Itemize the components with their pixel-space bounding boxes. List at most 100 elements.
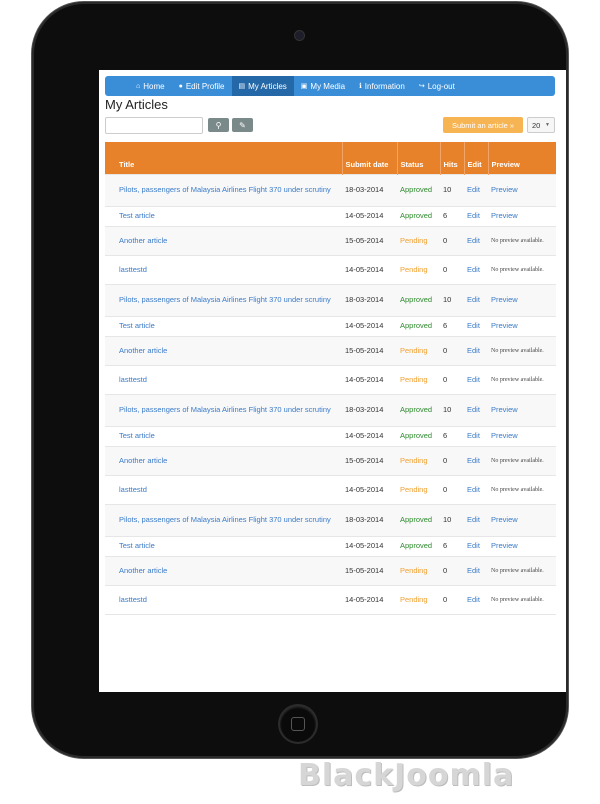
submit-date: 15-05-2014 xyxy=(342,555,397,585)
hits-count: 10 xyxy=(440,503,464,536)
home-button[interactable] xyxy=(280,706,316,742)
tablet-frame: ⌂ Home ● Edit Profile ▤ My Articles ▣ My Media ℹ… xyxy=(32,2,568,758)
home-square-icon xyxy=(291,717,305,731)
article-title-link[interactable]: Another article xyxy=(105,445,342,475)
article-title-link[interactable]: lasttestd xyxy=(105,584,342,615)
edit-link[interactable]: Edit xyxy=(464,535,488,556)
no-preview-text: No preview available. xyxy=(488,584,556,615)
article-title-link[interactable]: Another article xyxy=(105,555,342,585)
edit-link[interactable]: Edit xyxy=(464,393,488,426)
table-row: lasttestd 14-05-2014 Pending 0 Edit No previe… xyxy=(105,364,556,394)
preview-link[interactable]: Preview xyxy=(488,173,556,206)
edit-link[interactable]: Edit xyxy=(464,335,488,365)
edit-link[interactable]: Edit xyxy=(464,364,488,394)
edit-link[interactable]: Edit xyxy=(464,503,488,536)
file-icon: ▤ xyxy=(238,83,246,90)
preview-link[interactable]: Preview xyxy=(488,503,556,536)
header-title[interactable]: Title xyxy=(105,142,342,174)
status-badge: Approved xyxy=(397,503,440,536)
article-title-link[interactable]: Another article xyxy=(105,225,342,255)
table-row: lasttestd 14-05-2014 Pending 0 Edit No previe… xyxy=(105,474,556,504)
preview-link[interactable]: Preview xyxy=(488,535,556,556)
nav-item-home[interactable]: ⌂ Home xyxy=(129,76,172,96)
table-row: Test article 14-05-2014 Approved 6 Edit Previ… xyxy=(105,315,556,336)
edit-link[interactable]: Edit xyxy=(464,555,488,585)
edit-link[interactable]: Edit xyxy=(464,445,488,475)
article-title-link[interactable]: Another article xyxy=(105,335,342,365)
camera-icon xyxy=(295,31,304,40)
submit-date: 18-03-2014 xyxy=(342,393,397,426)
nav-item-my-media[interactable]: ▣ My Media xyxy=(294,76,352,96)
table-row: Test article 14-05-2014 Approved 6 Edit Previ… xyxy=(105,425,556,446)
table-row: lasttestd 14-05-2014 Pending 0 Edit No previe… xyxy=(105,254,556,284)
nav-item-log-out[interactable]: ↪ Log-out xyxy=(412,76,462,96)
nav-item-information[interactable]: ℹ Information xyxy=(352,76,412,96)
article-title-link[interactable]: Test article xyxy=(105,205,342,226)
edit-link[interactable]: Edit xyxy=(464,254,488,284)
status-badge: Pending xyxy=(397,445,440,475)
article-title-link[interactable]: Pilots, passengers of Malaysia Airlines … xyxy=(105,503,342,536)
submit-date: 14-05-2014 xyxy=(342,364,397,394)
table-row: Another article 15-05-2014 Pending 0 Edit No … xyxy=(105,335,556,365)
preview-link[interactable]: Preview xyxy=(488,283,556,316)
table-row: Another article 15-05-2014 Pending 0 Edit No … xyxy=(105,225,556,255)
no-preview-text: No preview available. xyxy=(488,335,556,365)
table-header-row: Title Submit date Status Hits Edit Previ… xyxy=(105,142,556,174)
search-input[interactable] xyxy=(105,117,203,134)
hits-count: 6 xyxy=(440,535,464,556)
header-submit-date[interactable]: Submit date xyxy=(341,142,397,174)
status-badge: Approved xyxy=(397,393,440,426)
status-badge: Pending xyxy=(397,254,440,284)
status-badge: Approved xyxy=(397,425,440,446)
table-row: Test article 14-05-2014 Approved 6 Edit Previ… xyxy=(105,535,556,556)
edit-link[interactable]: Edit xyxy=(464,584,488,615)
table-row: Pilots, passengers of Malaysia Airlines … xyxy=(105,503,556,536)
home-icon: ⌂ xyxy=(136,82,141,90)
screen: ⌂ Home ● Edit Profile ▤ My Articles ▣ My Media ℹ… xyxy=(99,70,566,692)
edit-link[interactable]: Edit xyxy=(464,474,488,504)
article-title-link[interactable]: lasttestd xyxy=(105,364,342,394)
edit-link[interactable]: Edit xyxy=(464,225,488,255)
preview-link[interactable]: Preview xyxy=(488,315,556,336)
no-preview-text: No preview available. xyxy=(488,254,556,284)
submit-date: 14-05-2014 xyxy=(342,474,397,504)
nav-item-edit-profile[interactable]: ● Edit Profile xyxy=(172,76,232,96)
article-title-link[interactable]: Test article xyxy=(105,535,342,556)
article-title-link[interactable]: Pilots, passengers of Malaysia Airlines … xyxy=(105,283,342,316)
article-title-link[interactable]: Test article xyxy=(105,315,342,336)
submit-article-button[interactable]: Submit an article » xyxy=(443,117,523,133)
preview-link[interactable]: Preview xyxy=(488,205,556,226)
status-badge: Approved xyxy=(397,173,440,206)
article-title-link[interactable]: lasttestd xyxy=(105,474,342,504)
preview-link[interactable]: Preview xyxy=(488,425,556,446)
article-title-link[interactable]: lasttestd xyxy=(105,254,342,284)
main-nav: ⌂ Home ● Edit Profile ▤ My Articles ▣ My Media ℹ… xyxy=(105,76,555,96)
table-row: Test article 14-05-2014 Approved 6 Edit Previ… xyxy=(105,205,556,226)
no-preview-text: No preview available. xyxy=(488,555,556,585)
status-badge: Pending xyxy=(397,555,440,585)
hits-count: 6 xyxy=(440,315,464,336)
search-button[interactable]: ⚲ xyxy=(208,118,229,132)
edit-link[interactable]: Edit xyxy=(464,425,488,446)
limit-select[interactable]: 20 ▼ xyxy=(527,117,555,133)
header-status[interactable]: Status xyxy=(396,142,440,174)
table-row: Another article 15-05-2014 Pending 0 Edit No … xyxy=(105,555,556,585)
status-badge: Pending xyxy=(397,225,440,255)
status-badge: Approved xyxy=(397,205,440,226)
edit-link[interactable]: Edit xyxy=(464,315,488,336)
hits-count: 0 xyxy=(440,364,464,394)
watermark-logo: BlackJoomla xyxy=(298,758,515,793)
image-icon: ▣ xyxy=(300,83,308,90)
preview-link[interactable]: Preview xyxy=(488,393,556,426)
hits-count: 0 xyxy=(440,254,464,284)
article-title-link[interactable]: Pilots, passengers of Malaysia Airlines … xyxy=(105,393,342,426)
edit-link[interactable]: Edit xyxy=(464,205,488,226)
clear-button[interactable]: ✎ xyxy=(232,118,253,132)
header-hits[interactable]: Hits xyxy=(439,142,464,174)
article-title-link[interactable]: Test article xyxy=(105,425,342,446)
article-title-link[interactable]: Pilots, passengers of Malaysia Airlines … xyxy=(105,173,342,206)
submit-date: 14-05-2014 xyxy=(342,584,397,615)
nav-item-my-articles[interactable]: ▤ My Articles xyxy=(231,76,294,96)
edit-link[interactable]: Edit xyxy=(464,283,488,316)
edit-link[interactable]: Edit xyxy=(464,173,488,206)
